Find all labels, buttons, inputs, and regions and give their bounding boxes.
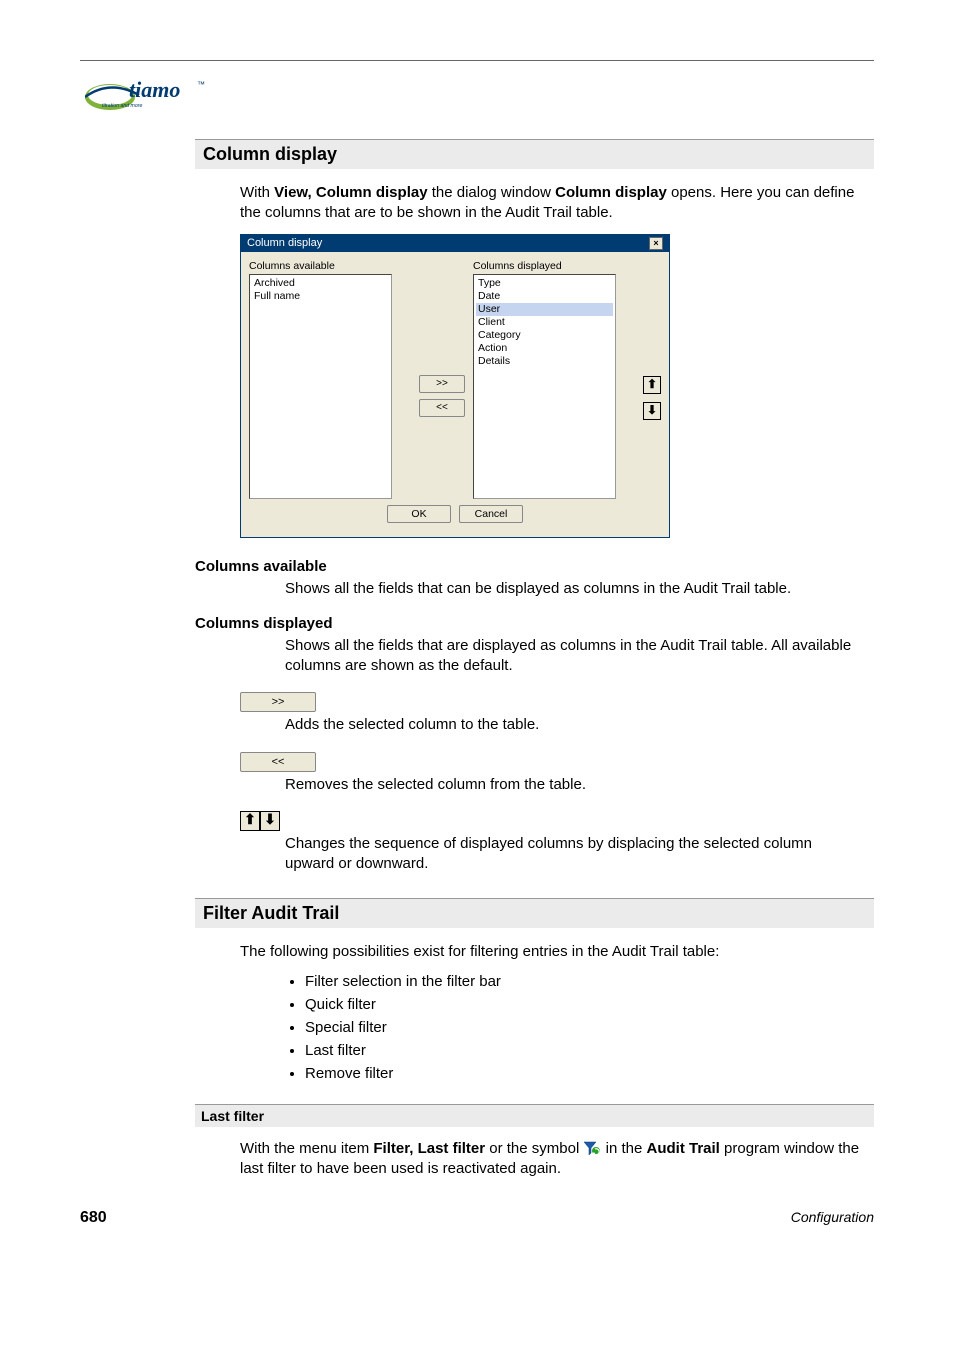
list-item: Remove filter [305, 1065, 874, 1082]
arrow-up-icon: ⬆ [240, 811, 260, 831]
list-item[interactable]: Client [476, 316, 613, 329]
columns-displayed-text: Shows all the fields that are displayed … [285, 636, 864, 677]
list-item[interactable]: Date [476, 290, 613, 303]
remove-button-image: << [240, 752, 316, 772]
list-item[interactable]: User [476, 303, 613, 316]
add-button-icon: >> [240, 692, 316, 712]
column-display-dialog: Column display × Columns available Archi… [240, 234, 670, 538]
available-label: Columns available [249, 260, 411, 272]
last-filter-text: With the menu item Filter, Last filter o… [240, 1139, 864, 1180]
list-item[interactable]: Category [476, 329, 613, 342]
footer-section: Configuration [791, 1209, 874, 1227]
logo-text: tiamo [129, 77, 180, 102]
list-item[interactable]: Action [476, 342, 613, 355]
filter-intro: The following possibilities exist for fi… [240, 942, 864, 962]
list-item[interactable]: Full name [252, 290, 389, 303]
dialog-titlebar: Column display × [241, 235, 669, 252]
ok-button[interactable]: OK [387, 505, 451, 523]
columns-available-heading: Columns available [195, 558, 874, 575]
list-item: Special filter [305, 1019, 874, 1036]
last-filter-icon [583, 1141, 601, 1157]
add-button-desc: Adds the selected column to the table. [285, 715, 864, 735]
last-filter-heading: Last filter [195, 1104, 874, 1127]
arrow-down-icon: ⬇ [260, 811, 280, 831]
columns-available-list[interactable]: ArchivedFull name [249, 274, 392, 499]
list-item: Quick filter [305, 996, 874, 1013]
move-up-button[interactable]: ⬆ [643, 376, 661, 394]
cancel-button[interactable]: Cancel [459, 505, 523, 523]
list-item[interactable]: Type [476, 277, 613, 290]
reorder-desc: Changes the sequence of displayed column… [285, 834, 864, 875]
columns-displayed-list[interactable]: TypeDateUserClientCategoryActionDetails [473, 274, 616, 499]
section-filter-audit-trail: Filter Audit Trail [195, 898, 874, 928]
remove-button-icon: << [240, 752, 316, 772]
columns-available-text: Shows all the fields that can be display… [285, 579, 864, 599]
move-right-button[interactable]: >> [419, 375, 465, 393]
list-item[interactable]: Details [476, 355, 613, 368]
reorder-buttons-image: ⬆ ⬇ [240, 811, 280, 831]
section-column-display: Column display [195, 139, 874, 169]
svg-text:titration and more: titration and more [102, 103, 142, 109]
columns-displayed-heading: Columns displayed [195, 615, 874, 632]
svg-text:™: ™ [197, 80, 205, 89]
column-display-intro: With View, Column display the dialog win… [240, 183, 864, 224]
page-footer: 680 Configuration [80, 1209, 874, 1227]
list-item: Last filter [305, 1042, 874, 1059]
brand-logo: tiamo ™ titration and more [85, 71, 874, 119]
remove-button-desc: Removes the selected column from the tab… [285, 775, 864, 795]
list-item[interactable]: Archived [252, 277, 389, 290]
column-display-dialog-screenshot: Column display × Columns available Archi… [240, 234, 874, 538]
close-icon[interactable]: × [649, 237, 663, 250]
header-rule [80, 60, 874, 61]
displayed-label: Columns displayed [473, 260, 635, 272]
move-left-button[interactable]: << [419, 399, 465, 417]
list-item: Filter selection in the filter bar [305, 973, 874, 990]
filter-bullet-list: Filter selection in the filter bar Quick … [285, 973, 874, 1082]
add-button-image: >> [240, 692, 316, 712]
move-down-button[interactable]: ⬇ [643, 402, 661, 420]
page-number: 680 [80, 1209, 107, 1227]
dialog-title-text: Column display [247, 237, 322, 249]
